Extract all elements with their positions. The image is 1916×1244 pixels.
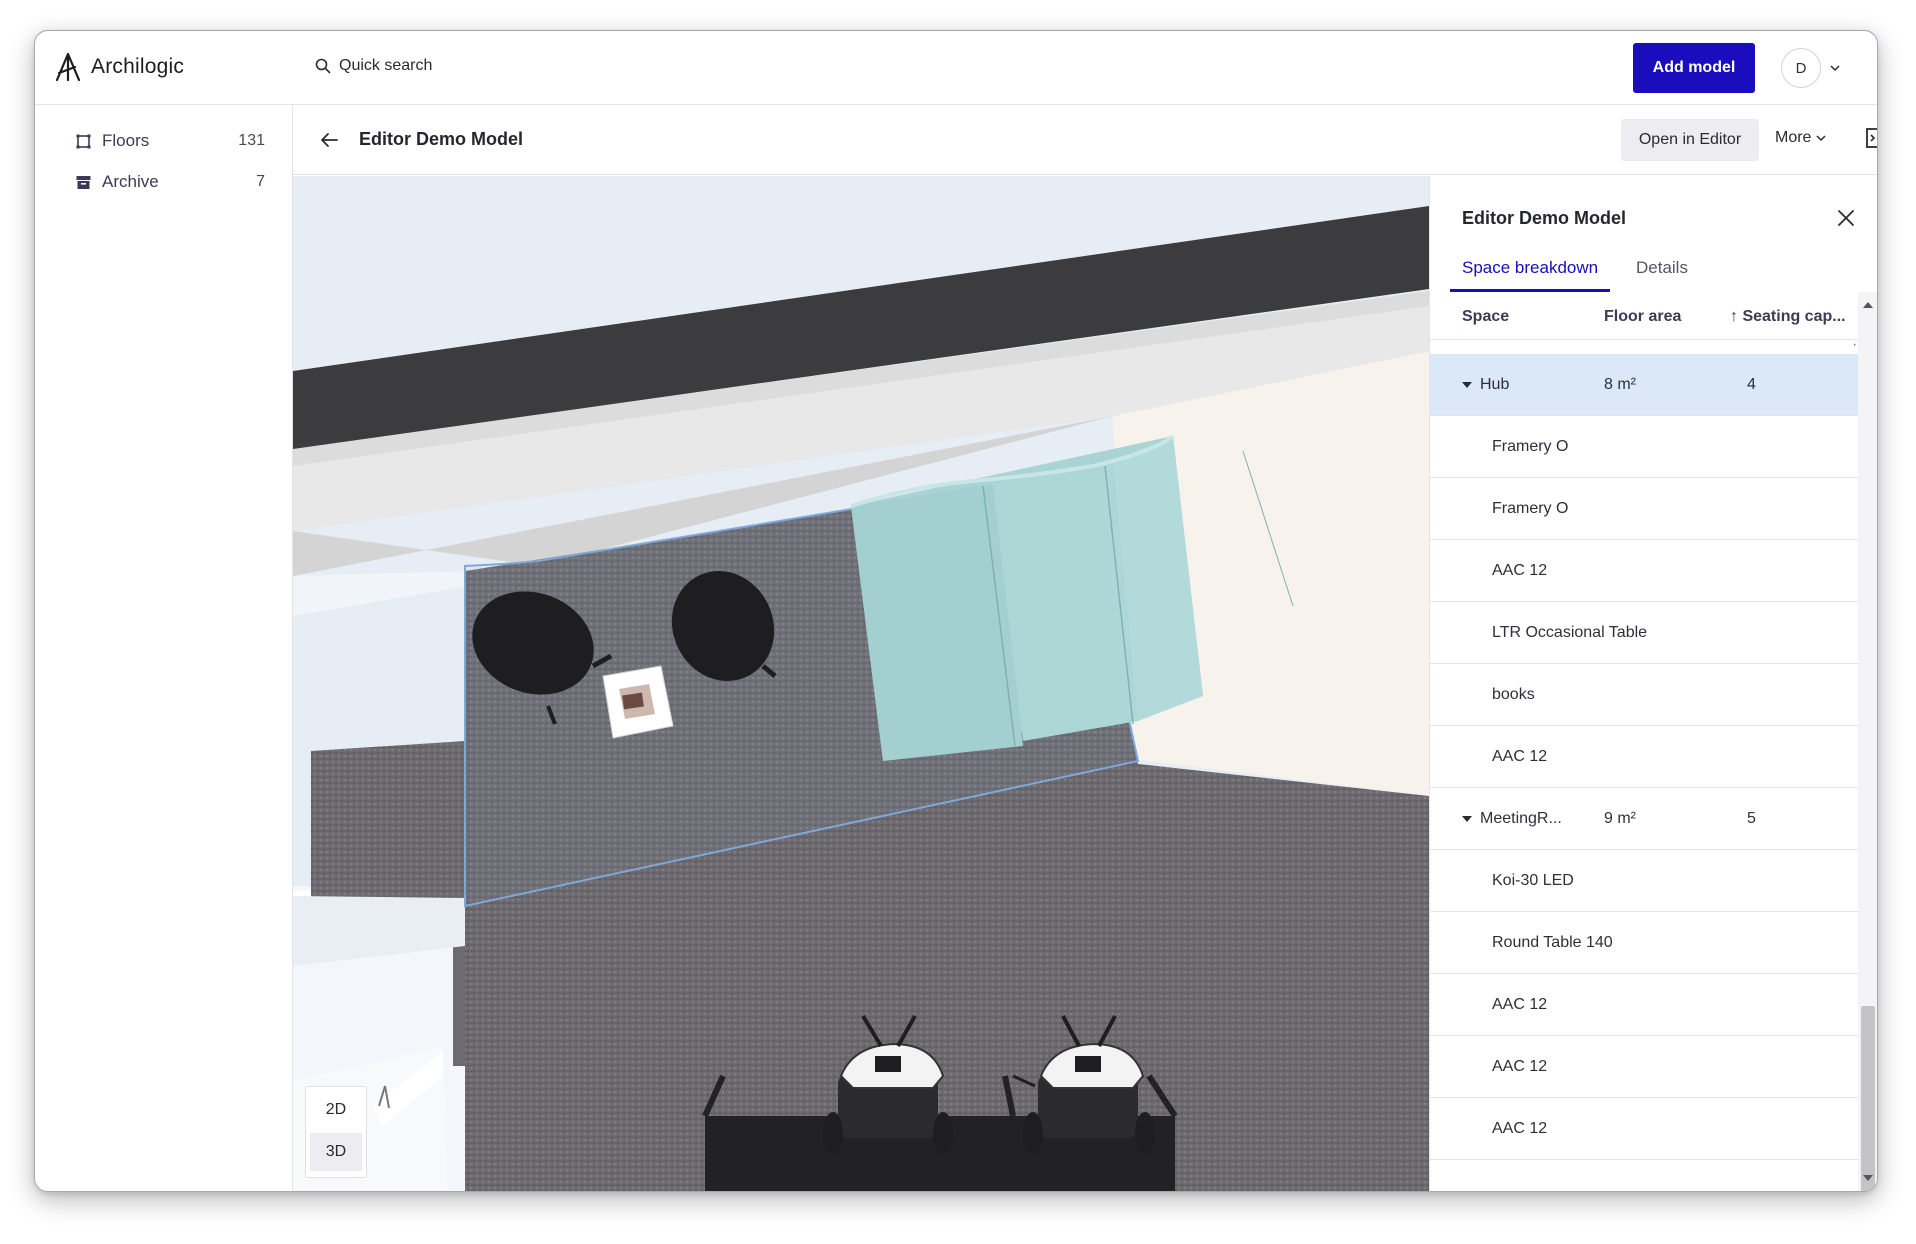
cell-space: Framery O <box>1492 438 1568 456</box>
cell-space: Koi-30 LED <box>1492 872 1574 890</box>
left-sidebar: Floors 131 Archive 7 <box>35 105 293 1191</box>
occasional-table <box>602 665 674 739</box>
more-label: More <box>1775 129 1812 146</box>
column-header-floor-area[interactable]: Floor area <box>1604 308 1681 326</box>
table-row[interactable]: Round Table 140 <box>1430 912 1858 974</box>
column-header-space[interactable]: Space <box>1462 308 1509 326</box>
floor-scene[interactable] <box>293 176 1429 1191</box>
archilogic-logo-icon <box>55 53 81 81</box>
user-menu[interactable]: D <box>1781 48 1841 88</box>
cell-space: AAC 12 <box>1492 1058 1547 1076</box>
add-model-button[interactable]: Add model <box>1633 43 1755 93</box>
cell-space-label: Hub <box>1480 376 1510 393</box>
sidebar-item-count: 131 <box>238 132 265 149</box>
cell-space: AAC 12 <box>1492 1120 1547 1138</box>
cell-space-label: MeetingR... <box>1480 810 1562 827</box>
table-header: Space Floor area ↑ Seating cap... <box>1430 292 1858 340</box>
details-panel: Editor Demo Model Space breakdown Detail… <box>1429 176 1877 1191</box>
panel-scrollbar[interactable] <box>1858 292 1877 1191</box>
table-row[interactable]: books <box>1430 664 1858 726</box>
sidebar-item-floors[interactable]: Floors 131 <box>75 127 265 155</box>
space-breakdown-table: Space Floor area ↑ Seating cap... Hub 8 m… <box>1430 292 1858 1191</box>
cell-space-label: AAC 12 <box>1492 1120 1548 1137</box>
cell-space: AAC 12 <box>1492 996 1547 1014</box>
cell-space: books <box>1492 686 1535 704</box>
cell-space-label: LTR Occasional Table <box>1492 624 1648 641</box>
tab-space-breakdown[interactable]: Space breakdown <box>1450 258 1611 292</box>
panel-tabs: Space breakdown Details ··· <box>1450 252 1877 353</box>
cell-space-label: Round Table 140 <box>1492 934 1613 951</box>
cell-floor-area: 9 m² <box>1604 810 1636 827</box>
close-icon[interactable] <box>1836 208 1856 228</box>
table-row[interactable]: Hub 8 m² 4 <box>1430 354 1858 416</box>
cell-space-label: AAC 12 <box>1492 996 1548 1013</box>
cell-space-label: Framery O <box>1492 500 1569 517</box>
search-icon <box>315 58 331 74</box>
panel-title: Editor Demo Model <box>1462 208 1627 228</box>
cell-space-label: Koi-30 LED <box>1492 872 1574 889</box>
quick-search[interactable]: Quick search <box>315 57 432 75</box>
sidebar-item-label: Floors <box>102 131 150 150</box>
table-row[interactable]: AAC 12 <box>1430 1098 1858 1160</box>
scroll-down-icon[interactable] <box>1863 1175 1873 1181</box>
brand-logo[interactable]: Archilogic <box>55 53 184 81</box>
cell-space-label: AAC 12 <box>1492 1058 1548 1075</box>
cell-space-label: AAC 12 <box>1492 748 1548 765</box>
cell-space: Hub <box>1462 376 1509 394</box>
sidebar-item-count: 7 <box>256 173 265 190</box>
scrollbar-thumb[interactable] <box>1861 1006 1875 1191</box>
brand-name: Archilogic <box>91 55 185 78</box>
app-window: Archilogic Quick search Add model D Floo… <box>34 30 1878 1192</box>
cell-floor-area: 8 m² <box>1604 376 1636 393</box>
archive-icon <box>76 175 91 189</box>
sidebar-item-label: Archive <box>102 172 159 191</box>
cell-space-label: AAC 12 <box>1492 562 1548 579</box>
table-row[interactable]: LTR Occasional Table <box>1430 602 1858 664</box>
model-viewer-3d[interactable]: 2D 3D <box>293 176 1429 1191</box>
back-arrow-icon[interactable] <box>319 131 339 149</box>
table-row[interactable]: AAC 12 <box>1430 974 1858 1036</box>
table-row[interactable]: AAC 12 <box>1430 1036 1858 1098</box>
cell-seating: 4 <box>1747 376 1756 393</box>
cell-space: Framery O <box>1492 500 1568 518</box>
cell-space: MeetingR... <box>1462 810 1562 828</box>
top-header: Archilogic Quick search Add model D <box>35 31 1877 105</box>
cell-space: LTR Occasional Table <box>1492 624 1647 642</box>
chevron-down-icon <box>1816 135 1826 142</box>
tab-details[interactable]: Details <box>1624 258 1700 292</box>
page-title: Editor Demo Model <box>359 129 524 149</box>
sidebar-item-archive[interactable]: Archive 7 <box>75 168 265 196</box>
view-mode-toggle: 2D 3D <box>305 1086 367 1178</box>
model-toolbar: Editor Demo Model Open in Editor More <box>293 105 1877 175</box>
view-3d-button[interactable]: 3D <box>310 1133 362 1171</box>
cell-space: Round Table 140 <box>1492 934 1613 952</box>
table-row[interactable]: Framery O <box>1430 416 1858 478</box>
table-row[interactable]: Koi-30 LED <box>1430 850 1858 912</box>
caret-down-icon[interactable] <box>1462 816 1472 822</box>
avatar[interactable]: D <box>1781 48 1821 88</box>
table-row[interactable]: AAC 12 <box>1430 540 1858 602</box>
cell-space-label: books <box>1492 686 1535 703</box>
quick-search-label: Quick search <box>339 57 433 74</box>
caret-down-icon[interactable] <box>1462 382 1472 388</box>
view-2d-button[interactable]: 2D <box>310 1091 362 1129</box>
open-in-editor-button[interactable]: Open in Editor <box>1621 119 1759 161</box>
table-row[interactable]: Framery O <box>1430 478 1858 540</box>
toggle-side-panel-icon[interactable] <box>1865 127 1878 149</box>
cell-space: AAC 12 <box>1492 562 1547 580</box>
table-row[interactable]: MeetingR... 9 m² 5 <box>1430 788 1858 850</box>
column-header-seating[interactable]: ↑ Seating cap... <box>1730 308 1846 326</box>
cell-space-label: Framery O <box>1492 438 1569 455</box>
more-menu-button[interactable]: More <box>1775 129 1827 147</box>
table-row[interactable]: AAC 12 <box>1430 726 1858 788</box>
floor-plan-icon <box>76 134 91 148</box>
cell-space: AAC 12 <box>1492 748 1547 766</box>
scroll-up-icon[interactable] <box>1863 302 1873 308</box>
chevron-down-icon[interactable] <box>1829 62 1841 74</box>
cell-seating: 5 <box>1747 810 1756 827</box>
